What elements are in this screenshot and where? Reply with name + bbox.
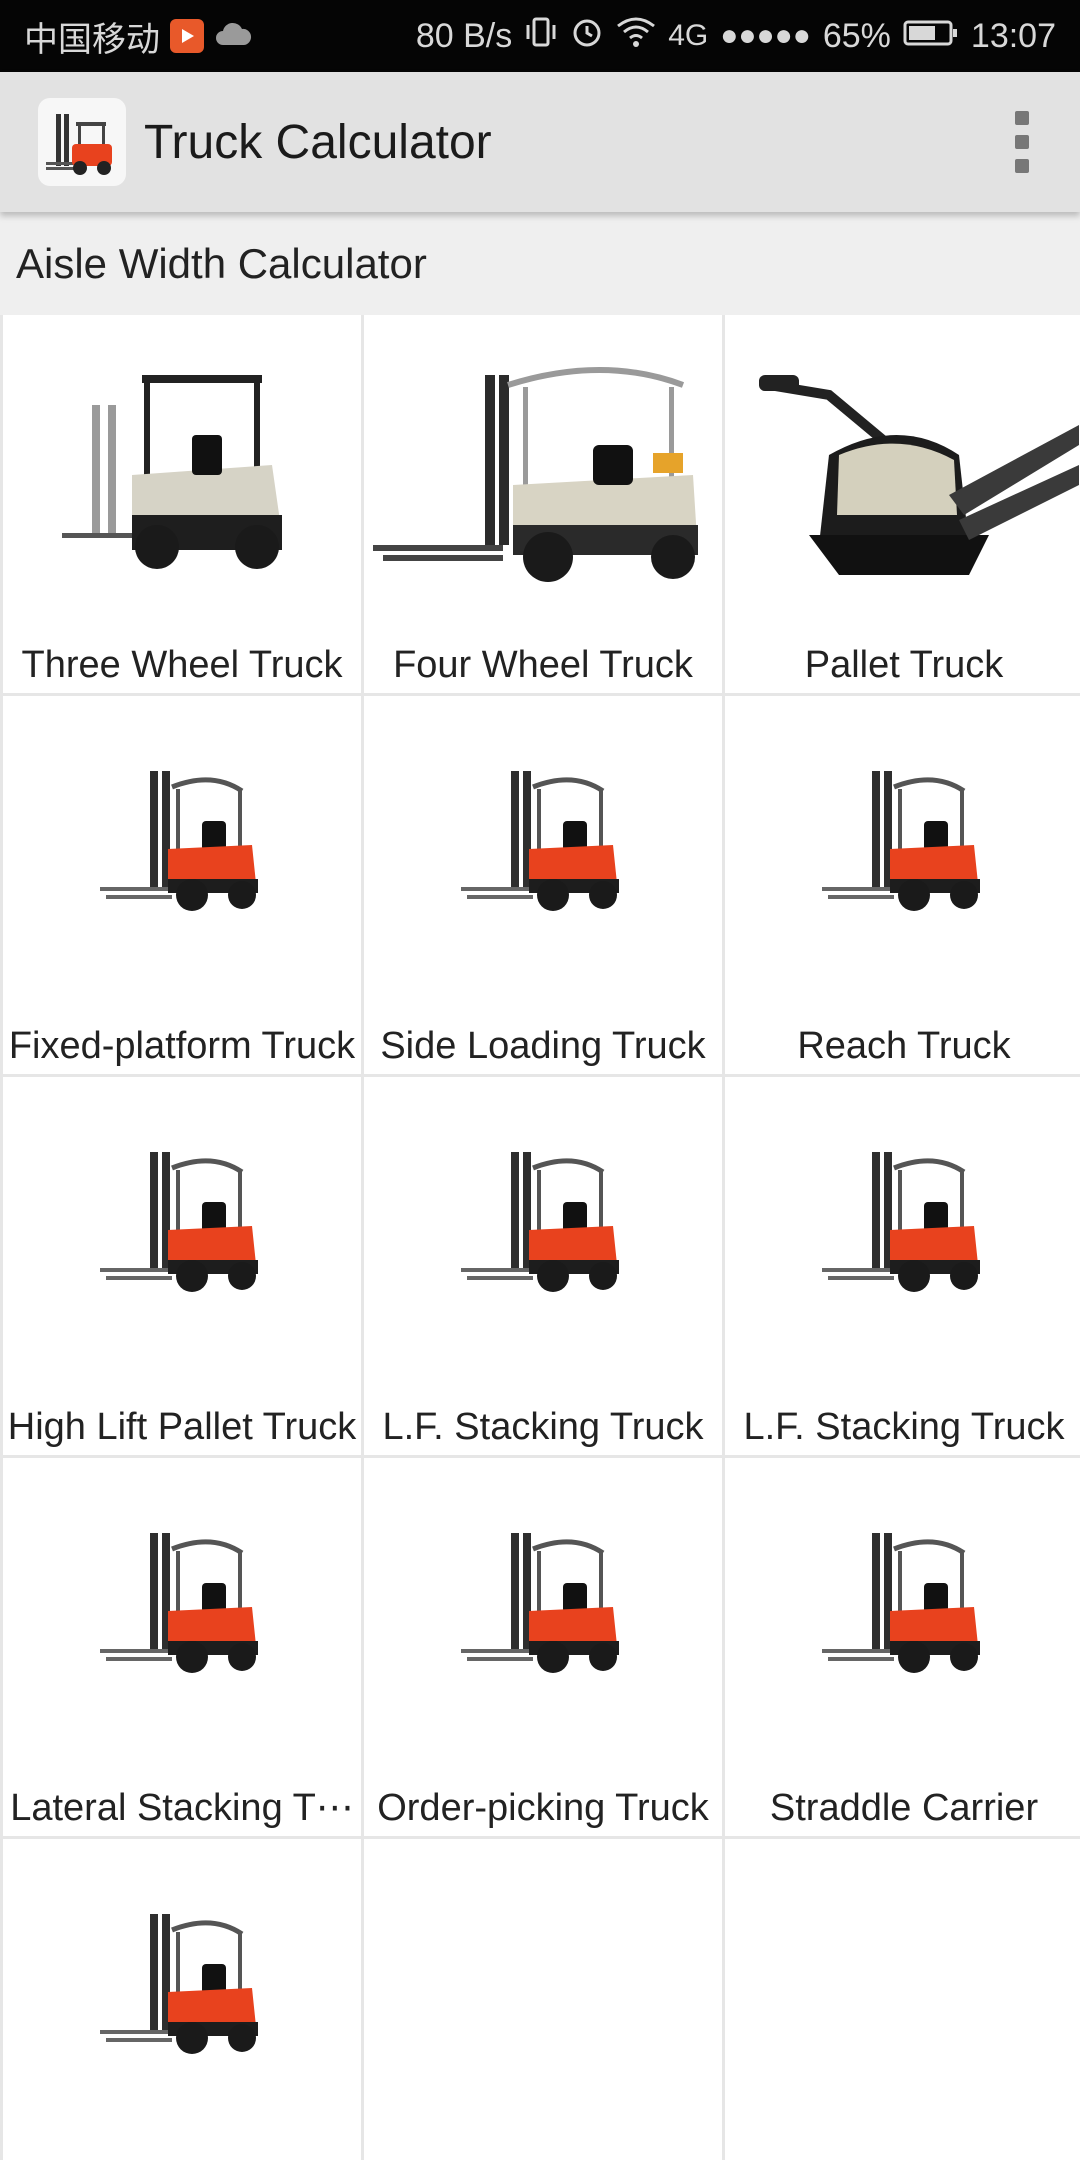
clock-time: 13:07: [970, 16, 1056, 55]
forklift-image: [725, 1458, 1080, 1758]
alarm-icon: [570, 15, 604, 58]
truck-label: Straddle Carrier: [769, 1787, 1039, 1829]
notification-app-icon: [170, 19, 204, 53]
vibrate-icon: [524, 15, 558, 58]
app-bar: Truck Calculator: [0, 72, 1080, 212]
truck-label: Lateral Stacking T⋯: [10, 1787, 354, 1829]
truck-item-pallet[interactable]: Pallet Truck: [725, 315, 1080, 693]
forklift-image: [3, 696, 361, 996]
forklift-image: [364, 696, 722, 996]
truck-label: L.F. Stacking Truck: [743, 1406, 1065, 1448]
truck-item-four-wheel[interactable]: Four Wheel Truck: [364, 315, 722, 693]
battery-percent: 65%: [822, 16, 891, 55]
truck-item-lateral-stacking[interactable]: Lateral Stacking T⋯: [3, 1458, 361, 1836]
three-wheel-truck-image: [3, 315, 361, 615]
forklift-image: [3, 1839, 361, 2139]
forklift-image: [725, 1077, 1080, 1377]
empty-grid-cell: [364, 1839, 722, 2160]
signal-strength-icon: ●●●●●: [720, 19, 811, 52]
forklift-image: [3, 1458, 361, 1758]
truck-item-high-lift-pallet[interactable]: High Lift Pallet Truck: [3, 1077, 361, 1455]
network-speed: 80 B/s: [415, 16, 513, 55]
app-title: Truck Calculator: [144, 115, 492, 169]
truck-label: L.F. Stacking Truck: [382, 1406, 704, 1448]
truck-label: Four Wheel Truck: [393, 644, 693, 686]
truck-item-reach[interactable]: Reach Truck: [725, 696, 1080, 1074]
truck-item-side-loading[interactable]: Side Loading Truck: [364, 696, 722, 1074]
truck-item-unlabeled[interactable]: [3, 1839, 361, 2160]
truck-label: Reach Truck: [797, 1025, 1011, 1067]
truck-item-lf-stacking-2[interactable]: L.F. Stacking Truck: [725, 1077, 1080, 1455]
forklift-image: [3, 1077, 361, 1377]
status-bar: 中国移动 80 B/s 4G ●●●●● 65% 13:07: [0, 0, 1080, 72]
truck-item-order-picking[interactable]: Order-picking Truck: [364, 1458, 722, 1836]
truck-grid: Three Wheel Truck Four Wheel Truck Palle…: [0, 315, 1080, 2160]
truck-item-fixed-platform[interactable]: Fixed-platform Truck: [3, 696, 361, 1074]
pallet-truck-image: [725, 315, 1080, 615]
forklift-image: [364, 1077, 722, 1377]
section-title: Aisle Width Calculator: [16, 239, 427, 287]
truck-label: Side Loading Truck: [380, 1025, 706, 1067]
app-logo-icon: [38, 98, 126, 186]
truck-label: High Lift Pallet Truck: [7, 1406, 357, 1448]
cloud-icon: [214, 17, 252, 56]
section-header: Aisle Width Calculator: [0, 212, 1080, 315]
truck-label: Order-picking Truck: [377, 1787, 709, 1829]
truck-label: Fixed-platform Truck: [8, 1025, 356, 1067]
truck-item-three-wheel[interactable]: Three Wheel Truck: [3, 315, 361, 693]
forklift-image: [725, 696, 1080, 996]
truck-item-lf-stacking-1[interactable]: L.F. Stacking Truck: [364, 1077, 722, 1455]
truck-label: Pallet Truck: [804, 644, 1004, 686]
forklift-image: [364, 1458, 722, 1758]
battery-icon: [903, 17, 959, 56]
overflow-menu-icon[interactable]: [1002, 102, 1042, 182]
wifi-icon: [616, 16, 656, 57]
carrier-name: 中国移动: [24, 19, 160, 60]
truck-label: Three Wheel Truck: [21, 644, 343, 686]
truck-item-straddle-carrier[interactable]: Straddle Carrier: [725, 1458, 1080, 1836]
empty-grid-cell: [725, 1839, 1080, 2160]
network-type: 4G: [668, 19, 709, 52]
four-wheel-truck-image: [364, 315, 722, 615]
